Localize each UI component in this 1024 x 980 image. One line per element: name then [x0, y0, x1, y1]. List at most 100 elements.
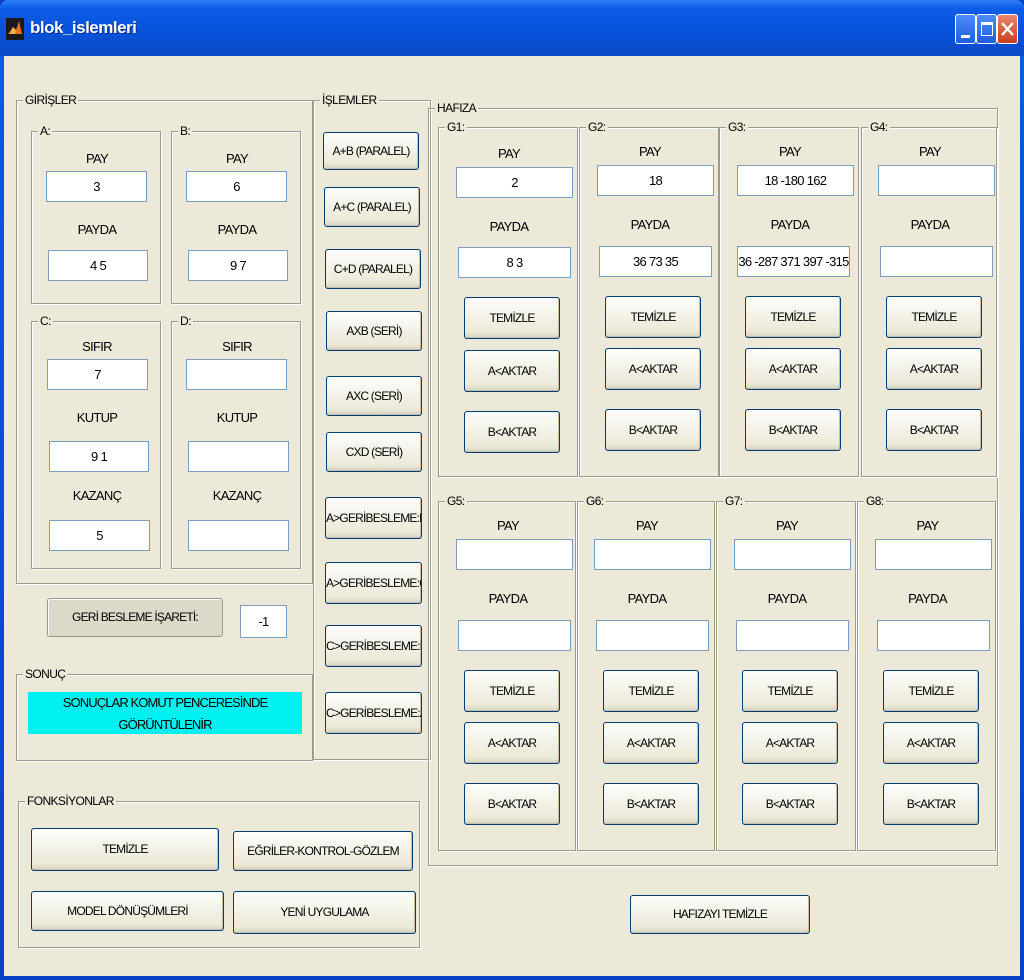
op-a-plus-c-button[interactable]: A+C (PARALEL): [324, 187, 420, 227]
g4-payda-field[interactable]: [880, 246, 993, 277]
g6-pay-field[interactable]: [594, 539, 711, 570]
g7-title: G7:: [723, 494, 745, 508]
memory-slot-g4: G4: PAY PAYDA TEMİZLE A<AKTAR B<AKTAR: [861, 120, 997, 477]
op-a-feedback-c-button[interactable]: A>GERİBESLEME:C: [325, 562, 422, 604]
app-window: blok_islemleri GİRİŞLER A: PAY 3 PAYDA 4…: [0, 0, 1024, 980]
g2-temizle-button[interactable]: TEMİZLE: [605, 296, 701, 338]
c-kazanc-label: KAZANÇ: [72, 488, 122, 503]
g6-b-aktar-button[interactable]: B<AKTAR: [603, 783, 699, 825]
b-pay-field[interactable]: 6: [186, 171, 287, 202]
g3-a-aktar-button[interactable]: A<AKTAR: [745, 348, 841, 390]
g6-temizle-button[interactable]: TEMİZLE: [603, 670, 699, 712]
op-a-plus-b-button[interactable]: A+B (PARALEL): [323, 132, 419, 170]
g4-b-aktar-button[interactable]: B<AKTAR: [886, 409, 982, 451]
g1-b-aktar-button[interactable]: B<AKTAR: [464, 411, 560, 453]
g5-b-aktar-button[interactable]: B<AKTAR: [464, 783, 560, 825]
g5-pay-field[interactable]: [456, 539, 573, 570]
g3-payda-field[interactable]: 36 -287 371 397 -315: [737, 246, 850, 277]
c-kutup-label: KUTUP: [76, 410, 118, 425]
fonksiyonlar-title: FONKSİYONLAR: [25, 794, 116, 808]
g3-b-aktar-button[interactable]: B<AKTAR: [745, 409, 841, 451]
d-kazanc-label: KAZANÇ: [212, 488, 262, 503]
g6-payda-label: PAYDA: [627, 591, 667, 606]
op-c-feedback-a-button[interactable]: C>GERİBESLEME:A: [325, 692, 422, 734]
close-button[interactable]: [997, 14, 1018, 44]
maximize-button[interactable]: [976, 14, 997, 44]
memory-slot-g2: G2: PAY 18 PAYDA 36 73 35 TEMİZLE A<AKTA…: [579, 120, 719, 477]
g2-a-aktar-button[interactable]: A<AKTAR: [605, 348, 701, 390]
d-sifir-field[interactable]: [186, 359, 287, 390]
op-axb-button[interactable]: AXB (SERİ): [326, 311, 422, 351]
g5-payda-field[interactable]: [458, 620, 571, 651]
yeni-uygulama-button[interactable]: YENİ UYGULAMA: [233, 891, 416, 934]
g4-title: G4:: [868, 120, 890, 134]
g1-payda-field[interactable]: 8 3: [458, 247, 571, 278]
c-kutup-field[interactable]: 9 1: [49, 441, 149, 472]
matlab-icon: [6, 18, 24, 40]
op-cxd-button[interactable]: CXD (SERİ): [326, 432, 422, 472]
temizle-button[interactable]: TEMİZLE: [31, 828, 219, 871]
g2-pay-field[interactable]: 18: [597, 165, 714, 196]
g8-b-aktar-button[interactable]: B<AKTAR: [883, 783, 979, 825]
minimize-button[interactable]: [955, 14, 976, 44]
d-kazanc-field[interactable]: [188, 520, 289, 551]
op-c-plus-d-button[interactable]: C+D (PARALEL): [325, 249, 421, 289]
input-c-title: C:: [38, 314, 53, 328]
egriler-kontrol-gozlem-button[interactable]: EĞRİLER-KONTROL-GÖZLEM: [233, 831, 413, 871]
g2-b-aktar-button[interactable]: B<AKTAR: [605, 409, 701, 451]
g7-b-aktar-button[interactable]: B<AKTAR: [742, 783, 838, 825]
g1-title: G1:: [445, 120, 467, 134]
g7-a-aktar-button[interactable]: A<AKTAR: [742, 722, 838, 764]
g4-a-aktar-button[interactable]: A<AKTAR: [886, 348, 982, 390]
figure-panel: GİRİŞLER A: PAY 3 PAYDA 4 5 B: PAY 6 PAY…: [4, 56, 1020, 976]
input-a-panel: A: PAY 3 PAYDA 4 5: [31, 124, 161, 304]
g5-temizle-button[interactable]: TEMİZLE: [464, 670, 560, 712]
g4-payda-label: PAYDA: [910, 217, 950, 232]
g6-payda-field[interactable]: [596, 620, 709, 651]
op-axc-button[interactable]: AXC (SERİ): [326, 376, 422, 416]
c-kazanc-field[interactable]: 5: [49, 520, 150, 551]
model-donusumleri-button[interactable]: MODEL DÖNÜŞÜMLERİ: [31, 891, 224, 931]
g8-pay-field[interactable]: [875, 539, 992, 570]
g1-a-aktar-button[interactable]: A<AKTAR: [464, 350, 560, 392]
g7-payda-field[interactable]: [736, 620, 849, 651]
window-title: blok_islemleri: [30, 18, 137, 37]
sonuc-title: SONUÇ: [23, 667, 68, 681]
g1-temizle-button[interactable]: TEMİZLE: [464, 297, 560, 339]
g6-title: G6:: [584, 494, 606, 508]
g8-payda-field[interactable]: [877, 620, 990, 651]
g5-payda-label: PAYDA: [488, 591, 528, 606]
g8-temizle-button[interactable]: TEMİZLE: [883, 670, 979, 712]
g8-a-aktar-button[interactable]: A<AKTAR: [883, 722, 979, 764]
g3-pay-field[interactable]: 18 -180 162: [737, 165, 854, 196]
g8-pay-label: PAY: [916, 518, 940, 533]
d-kutup-label: KUTUP: [216, 410, 258, 425]
b-payda-field[interactable]: 9 7: [188, 250, 288, 281]
g2-payda-field[interactable]: 36 73 35: [599, 246, 712, 277]
clear-memory-button[interactable]: HAFIZAYI TEMİZLE: [630, 895, 810, 934]
c-sifir-field[interactable]: 7: [47, 359, 148, 390]
girisler-title: GİRİŞLER: [23, 93, 79, 107]
a-pay-field[interactable]: 3: [46, 171, 147, 202]
g4-temizle-button[interactable]: TEMİZLE: [886, 296, 982, 338]
g7-pay-field[interactable]: [734, 539, 851, 570]
title-bar[interactable]: blok_islemleri: [0, 0, 1024, 56]
g8-payda-label: PAYDA: [908, 591, 947, 606]
d-kutup-field[interactable]: [188, 441, 289, 472]
op-a-feedback-b-button[interactable]: A>GERİBESLEME:B: [325, 497, 422, 539]
geri-besleme-field[interactable]: -1: [240, 605, 287, 638]
close-icon: [1001, 22, 1014, 36]
g5-title: G5:: [445, 494, 467, 508]
a-payda-field[interactable]: 4 5: [48, 250, 148, 281]
g5-a-aktar-button[interactable]: A<AKTAR: [464, 722, 560, 764]
op-c-feedback-d-button[interactable]: C>GERİBESLEME:D: [325, 625, 422, 667]
b-pay-label: PAY: [226, 151, 249, 166]
g6-a-aktar-button[interactable]: A<AKTAR: [603, 722, 699, 764]
g1-pay-field[interactable]: 2: [456, 167, 573, 198]
a-pay-label: PAY: [86, 151, 109, 166]
g7-temizle-button[interactable]: TEMİZLE: [742, 670, 838, 712]
g3-temizle-button[interactable]: TEMİZLE: [745, 296, 841, 338]
g2-pay-label: PAY: [639, 144, 662, 159]
g4-pay-field[interactable]: [878, 165, 995, 196]
hafiza-title: HAFIZA: [435, 101, 479, 115]
